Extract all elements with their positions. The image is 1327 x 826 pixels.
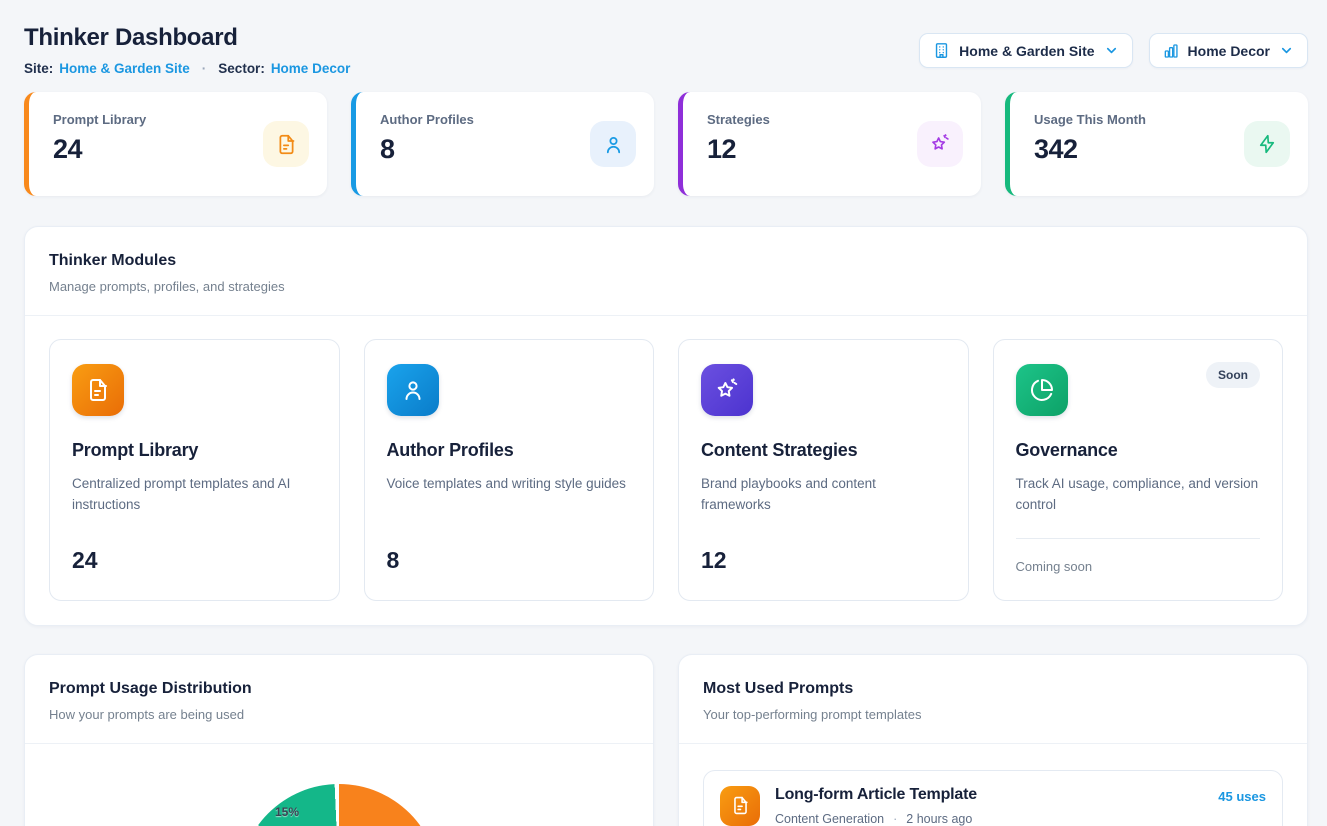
module-card-governance[interactable]: Soon Governance Track AI usage, complian… (993, 339, 1284, 601)
module-description: Centralized prompt templates and AI inst… (72, 474, 317, 516)
building-icon (933, 42, 950, 59)
module-description: Voice templates and writing style guides (387, 474, 632, 495)
prompt-usage-panel: Prompt Usage Distribution How your promp… (24, 654, 654, 826)
modules-panel-header: Thinker Modules Manage prompts, profiles… (25, 227, 1307, 316)
divider (1016, 538, 1261, 539)
soon-badge: Soon (1206, 362, 1260, 388)
prompts-panel-subtitle: Your top-performing prompt templates (703, 707, 1283, 722)
most-used-prompts-panel: Most Used Prompts Your top-performing pr… (678, 654, 1308, 826)
stat-card-usage[interactable]: Usage This Month 342 (1005, 92, 1308, 196)
module-card-prompt-library[interactable]: Prompt Library Centralized prompt templa… (49, 339, 340, 601)
sparkle-star-icon (701, 364, 753, 416)
stat-card-prompt-library[interactable]: Prompt Library 24 (24, 92, 327, 196)
sector-dropdown-label: Home Decor (1188, 43, 1270, 59)
modules-panel-subtitle: Manage prompts, profiles, and strategies (49, 279, 1283, 294)
usage-panel-title: Prompt Usage Distribution (49, 680, 629, 698)
module-title: Author Profiles (387, 440, 632, 461)
donut-chart: 15% (239, 784, 439, 826)
separator-dot: · (196, 61, 213, 76)
separator-dot: · (893, 812, 897, 826)
dashboard-page: Thinker Dashboard Site: Home & Garden Si… (0, 0, 1327, 826)
document-icon (72, 364, 124, 416)
user-icon (387, 364, 439, 416)
module-description: Track AI usage, compliance, and version … (1016, 474, 1261, 516)
chevron-down-icon (1279, 43, 1294, 58)
sector-dropdown[interactable]: Home Decor (1149, 33, 1308, 68)
document-icon (720, 786, 760, 826)
modules-grid: Prompt Library Centralized prompt templa… (25, 316, 1307, 625)
usage-panel-header: Prompt Usage Distribution How your promp… (25, 655, 653, 744)
prompts-panel-header: Most Used Prompts Your top-performing pr… (679, 655, 1307, 744)
module-description: Brand playbooks and content frameworks (701, 474, 946, 516)
prompt-item-body: Long-form Article Template Content Gener… (775, 786, 1203, 826)
module-count: 24 (72, 547, 317, 574)
site-label: Site: (24, 61, 53, 76)
bar-chart-icon (1163, 43, 1179, 59)
module-title: Content Strategies (701, 440, 946, 461)
prompt-list: Long-form Article Template Content Gener… (679, 744, 1307, 826)
module-count: 8 (387, 547, 632, 574)
prompt-item-uses: 45 uses (1218, 789, 1266, 804)
modules-panel-title: Thinker Modules (49, 252, 1283, 270)
site-dropdown-label: Home & Garden Site (959, 43, 1094, 59)
lightning-icon (1244, 121, 1290, 167)
module-title: Governance (1016, 440, 1261, 461)
header-controls: Home & Garden Site Home Decor (919, 33, 1308, 68)
coming-soon-text: Coming soon (1016, 559, 1261, 574)
pie-chart-icon (1016, 364, 1068, 416)
thinker-modules-panel: Thinker Modules Manage prompts, profiles… (24, 226, 1308, 626)
page-header: Thinker Dashboard Site: Home & Garden Si… (24, 24, 1308, 76)
module-card-author-profiles[interactable]: Author Profiles Voice templates and writ… (364, 339, 655, 601)
usage-panel-subtitle: How your prompts are being used (49, 707, 629, 722)
document-icon (263, 121, 309, 167)
prompt-item-time: 2 hours ago (906, 812, 972, 826)
prompt-item-category: Content Generation (775, 812, 884, 826)
stat-cards-row: Prompt Library 24 Author Profiles 8 Stra… (24, 92, 1308, 196)
module-card-content-strategies[interactable]: Content Strategies Brand playbooks and c… (678, 339, 969, 601)
chevron-down-icon (1104, 43, 1119, 58)
sector-link[interactable]: Home Decor (271, 61, 351, 76)
sector-label: Sector: (218, 61, 265, 76)
donut-chart-area: 15% (25, 744, 653, 826)
site-dropdown[interactable]: Home & Garden Site (919, 33, 1132, 68)
user-icon (590, 121, 636, 167)
prompt-list-item[interactable]: Long-form Article Template Content Gener… (703, 770, 1283, 826)
sparkle-star-icon (917, 121, 963, 167)
stat-card-strategies[interactable]: Strategies 12 (678, 92, 981, 196)
bottom-panels-row: Prompt Usage Distribution How your promp… (24, 654, 1308, 826)
donut-segment-label: 15% (275, 805, 299, 819)
prompt-item-meta: Content Generation · 2 hours ago (775, 812, 1203, 826)
site-link[interactable]: Home & Garden Site (59, 61, 190, 76)
module-title: Prompt Library (72, 440, 317, 461)
prompt-item-title: Long-form Article Template (775, 786, 1203, 804)
prompts-panel-title: Most Used Prompts (703, 680, 1283, 698)
stat-card-author-profiles[interactable]: Author Profiles 8 (351, 92, 654, 196)
module-count: 12 (701, 547, 946, 574)
